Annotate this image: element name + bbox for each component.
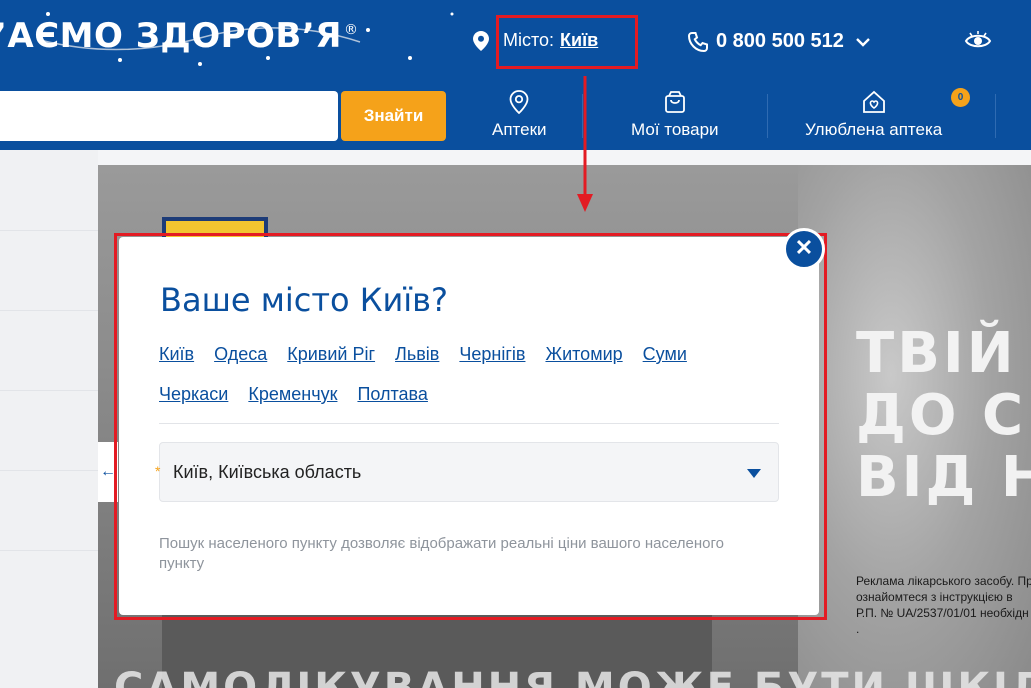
site-logo[interactable]: ʼАЄМО ЗДОРОВ’Я ® xyxy=(0,16,358,56)
eye-icon[interactable] xyxy=(964,30,992,52)
select-value: Київ, Київська область xyxy=(173,462,362,482)
location-pin-icon xyxy=(509,90,529,114)
main-navbar: Знайти Аптеки Мої товари Улюблена аптека xyxy=(0,80,1031,150)
city-highlight-box xyxy=(496,15,638,69)
annotation-arrow-icon xyxy=(577,76,593,212)
city-link-poltava[interactable]: Полтава xyxy=(357,383,427,405)
nav-divider xyxy=(767,94,768,138)
city-link-odesa[interactable]: Одеса xyxy=(214,343,267,365)
nav-item-pharmacies[interactable]: Аптеки xyxy=(492,90,547,140)
location-pin-icon xyxy=(473,30,489,51)
favorite-count-badge: 0 xyxy=(951,88,970,107)
modal-hint-text: Пошук населеного пункту дозволяє відобра… xyxy=(159,535,724,572)
nav-item-label: Мої товари xyxy=(631,120,719,139)
home-heart-icon xyxy=(862,90,885,113)
chevron-down-icon[interactable] xyxy=(856,37,870,47)
city-search-select[interactable]: * Київ, Київська область xyxy=(155,442,779,502)
city-select-modal: Ваше місто Київ? Київ Одеса Кривий Ріг Льві… xyxy=(119,237,819,615)
city-link-cherkasy[interactable]: Черкаси xyxy=(159,383,228,405)
city-link-lviv[interactable]: Львів xyxy=(395,343,439,365)
registered-mark: ® xyxy=(343,22,359,38)
nav-divider xyxy=(995,94,996,138)
city-link-zhytomyr[interactable]: Житомир xyxy=(545,343,622,365)
city-link-sumy[interactable]: Суми xyxy=(643,343,687,365)
city-link-kryvyi-rih[interactable]: Кривий Ріг xyxy=(287,343,375,365)
phone-dropdown[interactable]: 0 800 500 512 xyxy=(688,30,870,53)
nav-item-label: Аптеки xyxy=(492,120,547,139)
close-modal-button[interactable]: ✕ xyxy=(783,228,825,270)
nav-item-my-products[interactable]: Мої товари xyxy=(631,90,719,140)
city-link-kremenchuk[interactable]: Кременчук xyxy=(248,383,337,405)
nav-item-favorite-pharmacy[interactable]: Улюблена аптека xyxy=(805,90,942,140)
search-button[interactable]: Знайти xyxy=(341,91,446,141)
shopping-bag-icon xyxy=(664,91,685,113)
phone-number[interactable]: 0 800 500 512 xyxy=(716,30,844,53)
required-mark: * xyxy=(155,463,161,479)
logo-text: ʼАЄМО ЗДОРОВ’Я xyxy=(0,16,342,56)
modal-divider xyxy=(159,423,779,424)
city-link-kyiv[interactable]: Київ xyxy=(159,343,194,365)
phone-icon xyxy=(688,31,708,52)
city-link-chernihiv[interactable]: Чернігів xyxy=(459,343,525,365)
popular-cities-list: Київ Одеса Кривий Ріг Львів Чернігів Житомир С… xyxy=(159,343,779,423)
caret-down-icon[interactable] xyxy=(747,469,761,478)
search-input[interactable] xyxy=(0,91,338,141)
modal-title: Ваше місто Київ? xyxy=(160,281,448,319)
nav-item-label: Улюблена аптека xyxy=(805,120,943,139)
